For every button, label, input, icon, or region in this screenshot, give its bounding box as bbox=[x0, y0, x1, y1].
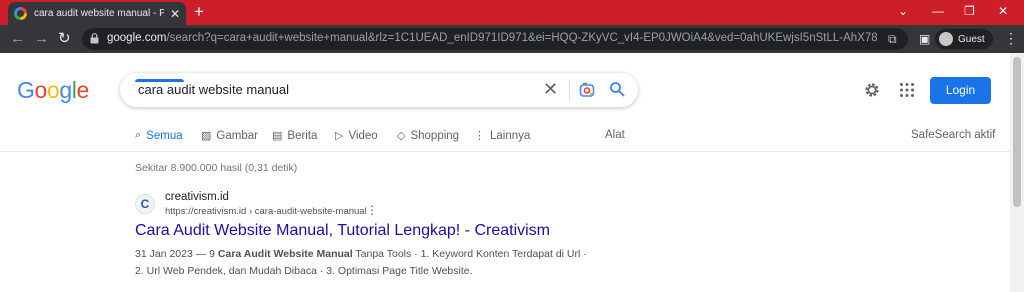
tab-label: Lainnya bbox=[490, 129, 531, 142]
tab-video[interactable]: ▷ Video bbox=[335, 129, 378, 143]
active-tab-indicator bbox=[135, 79, 184, 82]
snippet-date: 31 Jan 2023 — 9 bbox=[135, 248, 218, 260]
site-favicon-icon: C bbox=[135, 194, 155, 214]
tools-button[interactable]: Alat bbox=[605, 129, 625, 141]
result-title-link[interactable]: Cara Audit Website Manual, Tutorial Leng… bbox=[135, 222, 550, 240]
lock-icon bbox=[90, 33, 99, 44]
close-window-button[interactable]: ✕ bbox=[998, 4, 1008, 18]
news-icon: ▤ bbox=[272, 130, 283, 142]
logo-letter: o bbox=[34, 77, 48, 103]
tab-shopping[interactable]: ◇ Shopping bbox=[397, 129, 460, 143]
back-arrow-icon[interactable]: ← bbox=[10, 30, 25, 47]
search-icon: ⌕ bbox=[135, 129, 142, 141]
result-snippet: 31 Jan 2023 — 9 Cara Audit Website Manua… bbox=[135, 246, 595, 280]
translate-icon[interactable]: ⧉ bbox=[888, 32, 897, 47]
tab-news[interactable]: ▤ Berita bbox=[272, 129, 318, 143]
clear-icon[interactable]: ✕ bbox=[543, 79, 558, 99]
safesearch-label: SafeSearch aktif bbox=[911, 129, 996, 141]
site-url[interactable]: https://creativism.id › cara-audit-websi… bbox=[165, 206, 367, 217]
scrollbar[interactable] bbox=[1010, 53, 1024, 292]
result-options-icon[interactable]: ⋮ bbox=[366, 203, 378, 217]
tab-label: Shopping bbox=[410, 129, 460, 142]
tab-images[interactable]: ▨ Gambar bbox=[201, 129, 258, 143]
logo-letter: o bbox=[46, 77, 60, 103]
google-apps-icon[interactable] bbox=[899, 82, 915, 98]
site-name[interactable]: creativism.id bbox=[165, 191, 229, 203]
address-bar[interactable]: google.com/search?q=cara+audit+website+m… bbox=[82, 28, 908, 50]
login-button[interactable]: Login bbox=[930, 77, 991, 104]
tab-more[interactable]: ⋮ Lainnya bbox=[474, 129, 531, 143]
logo-letter: e bbox=[76, 77, 89, 103]
snippet-highlight: Cara Audit Website Manual bbox=[217, 248, 353, 260]
google-lens-icon[interactable] bbox=[579, 82, 595, 98]
logo-letter: G bbox=[17, 77, 35, 103]
url-host: google.com bbox=[107, 32, 167, 44]
search-box[interactable]: cara audit website manual ✕ bbox=[120, 73, 638, 107]
google-favicon-icon bbox=[14, 7, 27, 20]
tab-label: Video bbox=[348, 129, 378, 142]
tab-search-icon[interactable]: ⌄ bbox=[898, 4, 908, 18]
search-input[interactable]: cara audit website manual bbox=[138, 82, 289, 97]
tab-title: cara audit website manual - Pen bbox=[34, 8, 164, 19]
more-vertical-icon: ⋮ bbox=[474, 130, 485, 142]
scrollbar-thumb[interactable] bbox=[1013, 57, 1021, 207]
guest-avatar-icon bbox=[939, 32, 953, 46]
tabs-divider bbox=[0, 151, 1010, 152]
browser-menu-icon[interactable]: ⋮ bbox=[1004, 30, 1018, 46]
video-icon: ▷ bbox=[335, 130, 344, 142]
side-panel-icon[interactable]: ▣ bbox=[919, 31, 930, 48]
google-logo[interactable]: Google bbox=[17, 77, 89, 104]
url-text[interactable]: google.com/search?q=cara+audit+website+m… bbox=[107, 32, 877, 44]
tag-icon: ◇ bbox=[397, 130, 406, 142]
settings-gear-icon[interactable] bbox=[863, 81, 881, 99]
profile-label: Guest bbox=[958, 33, 985, 45]
tab-all[interactable]: ⌕ Semua bbox=[135, 129, 183, 142]
logo-letter: g bbox=[59, 77, 72, 103]
result-stats: Sekitar 8.900.000 hasil (0,31 detik) bbox=[135, 162, 298, 174]
tab-label: Berita bbox=[287, 129, 318, 142]
tools-label: Alat bbox=[605, 129, 625, 141]
url-path: /search?q=cara+audit+website+manual&rlz=… bbox=[166, 32, 877, 44]
reload-icon[interactable]: ↻ bbox=[58, 30, 71, 47]
restore-button[interactable]: ❐ bbox=[964, 4, 975, 18]
profile-button[interactable]: Guest bbox=[935, 29, 993, 49]
search-divider bbox=[569, 81, 570, 100]
browser-toolbar: ← → ↻ google.com/search?q=cara+audit+web… bbox=[0, 25, 1024, 53]
tab-label: Gambar bbox=[216, 129, 258, 142]
browser-tab[interactable]: cara audit website manual - Pen ✕ bbox=[8, 2, 186, 25]
new-tab-button[interactable]: + bbox=[194, 3, 204, 21]
forward-arrow-icon[interactable]: → bbox=[34, 30, 49, 47]
search-tabs: ⌕ Semua ▨ Gambar ▤ Berita ▷ Video ◇ Shopping … bbox=[0, 123, 1010, 152]
search-icon[interactable] bbox=[609, 81, 625, 97]
tab-close-icon[interactable]: ✕ bbox=[170, 8, 180, 20]
minimize-button[interactable]: — bbox=[932, 4, 944, 18]
tab-label: Semua bbox=[146, 129, 183, 142]
title-bar: cara audit website manual - Pen ✕ + ⌄ — … bbox=[0, 0, 1024, 25]
search-results-page: Google cara audit website manual ✕ Login… bbox=[0, 53, 1010, 292]
safesearch-button[interactable]: SafeSearch aktif bbox=[911, 129, 995, 141]
image-icon: ▨ bbox=[201, 130, 212, 142]
